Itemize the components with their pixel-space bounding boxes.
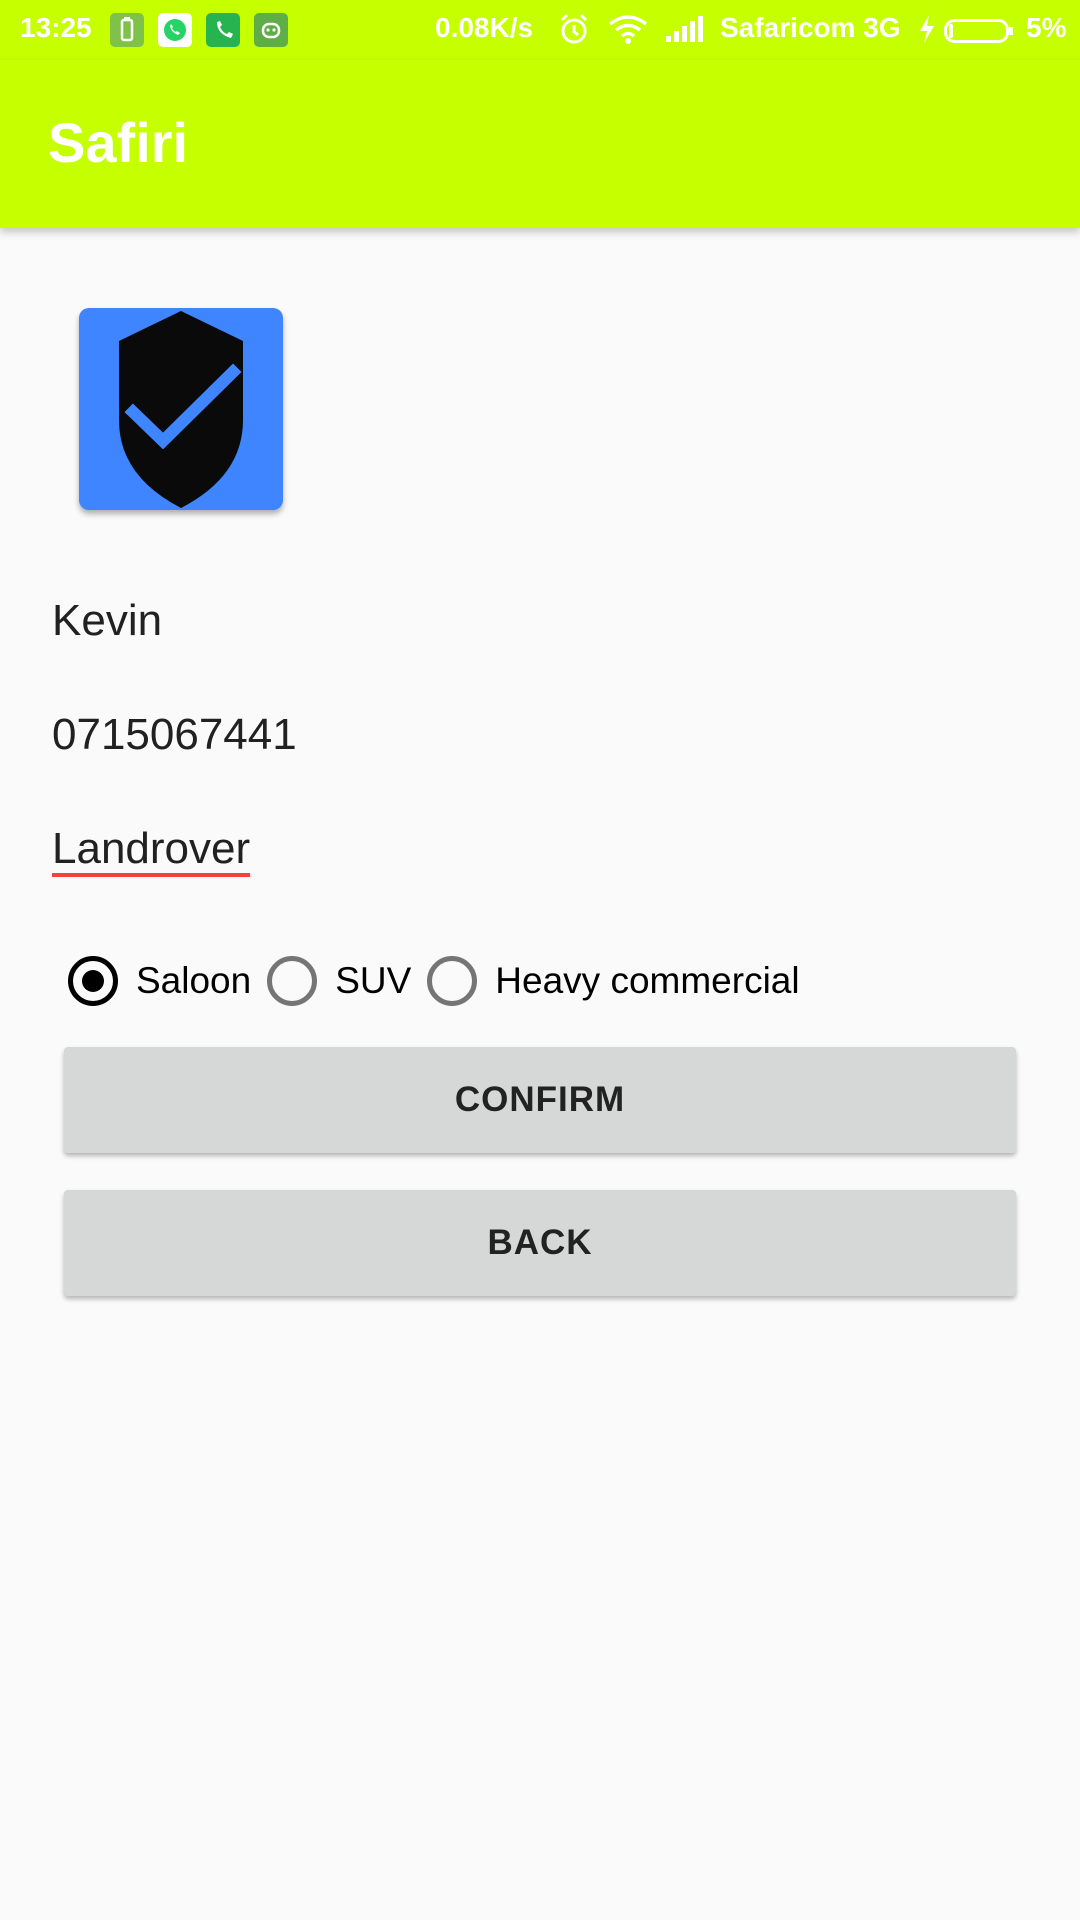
app-title: Safiri [48,111,189,174]
radio-suv[interactable]: SUV [267,956,411,1006]
alarm-icon [558,12,590,46]
radio-heavy-commercial[interactable]: Heavy commercial [427,956,800,1006]
radio-saloon-label: Saloon [136,960,252,1001]
app-screen: 13:25 0.08K/s Safaricom 3G 5% Safiri Kev… [0,0,1080,1920]
status-time: 13:25 [20,12,92,43]
radio-selected-icon[interactable] [68,956,118,1006]
battery-icon [944,18,1014,43]
radio-heavy-commercial-label: Heavy commercial [495,960,800,1001]
android-app-icon [254,13,288,47]
wifi-icon [608,14,648,44]
phone-call-icon [206,13,240,47]
carrier-name: Safaricom 3G [720,12,901,43]
charging-bolt-icon [918,14,936,44]
shield-check-icon [79,308,283,510]
radio-saloon[interactable]: Saloon [68,956,251,1006]
network-speed: 0.08K/s [435,12,534,43]
vehicle-type-radio-group: Saloon SUV Heavy commercial [68,948,816,1014]
driver-name: Kevin [52,596,163,645]
confirm-button[interactable]: CONFIRM [64,1047,1016,1153]
battery-percent: 5% [1026,12,1067,43]
status-bar: 13:25 0.08K/s Safaricom 3G 5% [0,0,1080,60]
vehicle-name: Landrover [52,824,251,873]
phone-number: 0715067441 [52,710,297,759]
battery-saver-icon [110,13,144,47]
whatsapp-icon [158,13,192,47]
radio-unselected-icon[interactable] [267,956,318,1006]
app-bar: Safiri [0,60,1080,228]
radio-unselected-icon[interactable] [427,956,478,1006]
signal-icon [664,14,704,44]
back-button[interactable]: BACK [64,1190,1016,1296]
radio-suv-label: SUV [335,960,412,1001]
